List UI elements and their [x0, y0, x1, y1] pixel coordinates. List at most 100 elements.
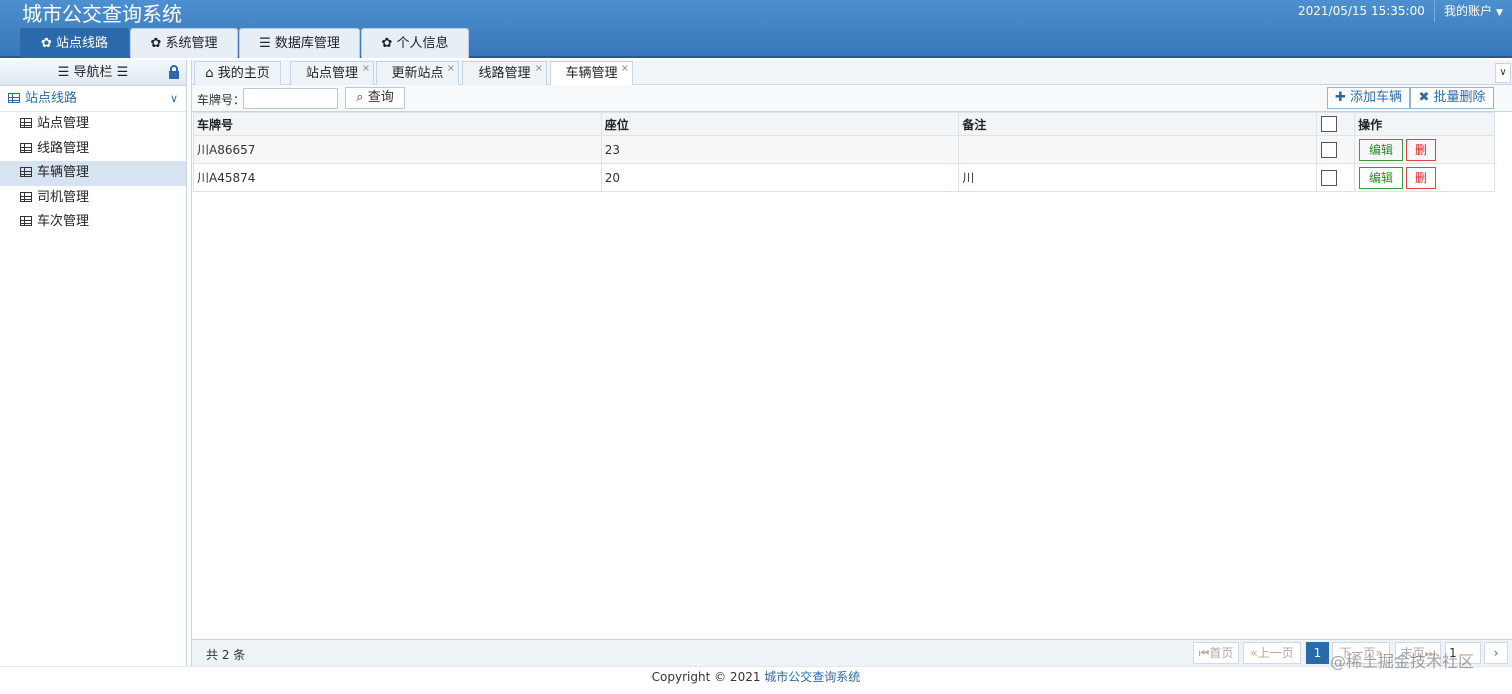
tab-label: 车辆管理: [565, 66, 618, 81]
cell-select: [1316, 163, 1356, 192]
prev-page-button[interactable]: «上一页: [1243, 642, 1301, 664]
account-label: 我的账户: [1444, 4, 1493, 18]
table-icon: [20, 191, 32, 202]
row-checkbox[interactable]: [1321, 141, 1338, 158]
tab-route-manage[interactable]: 线路管理 ×: [462, 61, 547, 85]
tab-label: 线路管理: [478, 66, 531, 81]
tab-station-manage[interactable]: 站点管理 ×: [290, 61, 374, 85]
chevron-down-icon: ∨: [169, 92, 178, 105]
datetime-display: 2021/05/15 15:35:00: [1298, 4, 1425, 18]
cell-actions: 编辑删: [1354, 135, 1495, 164]
edit-button[interactable]: 编辑: [1359, 166, 1404, 189]
copyright-text: Copyright © 2021: [651, 670, 765, 684]
lock-icon[interactable]: [168, 64, 180, 80]
sidebar-item-label: 线路管理: [37, 140, 90, 156]
cell-plate: 川A45874: [193, 163, 602, 192]
delete-button[interactable]: 删: [1406, 138, 1437, 161]
first-page-label: 首页: [1209, 646, 1234, 660]
top-tab-label: 数据库管理: [274, 36, 340, 51]
sidebar-item-label: 车辆管理: [37, 165, 90, 181]
tab-home[interactable]: ⌂ 我的主页: [194, 61, 281, 85]
close-icon[interactable]: ×: [535, 57, 543, 80]
top-tab-label: 个人信息: [396, 36, 449, 51]
top-tab-database[interactable]: ☰ 数据库管理: [239, 28, 360, 58]
add-vehicle-button[interactable]: ✚ 添加车辆: [1327, 87, 1410, 109]
add-label: 添加车辆: [1350, 90, 1403, 105]
sidebar-item-label: 车次管理: [37, 214, 90, 230]
caret-down-icon: ▼: [1496, 8, 1503, 18]
sidebar-group-station-route[interactable]: 站点线路 ∨: [0, 86, 186, 112]
sidebar-item-trip[interactable]: 车次管理: [0, 210, 186, 235]
table-icon: [20, 142, 32, 153]
footer-link[interactable]: 城市公交查询系统: [764, 670, 860, 684]
close-icon[interactable]: ×: [621, 57, 629, 80]
go-arrow-icon[interactable]: ›: [1484, 642, 1508, 664]
sidebar-item-route[interactable]: 线路管理: [0, 137, 186, 162]
select-all-checkbox[interactable]: [1321, 116, 1338, 132]
top-tab-label: 系统管理: [165, 36, 218, 51]
account-menu[interactable]: 我的账户 ▼: [1444, 2, 1503, 22]
table-row: 川A86657 23 编辑删: [193, 135, 1495, 164]
close-icon[interactable]: ×: [447, 57, 455, 80]
query-button[interactable]: ⌕ 查询: [345, 87, 405, 109]
cell-plate: 川A86657: [193, 135, 602, 164]
top-tab-profile[interactable]: ✿ 个人信息: [361, 28, 469, 58]
main-content: ⌂ 我的主页 站点管理 × 更新站点 × 线路管理 × 车辆管理 × ∨ 车牌号： ⌕ …: [191, 60, 1512, 666]
table-row: 川A45874 20 川 编辑删: [193, 163, 1495, 192]
search-icon: ⌕: [356, 90, 368, 105]
col-header-note: 备注: [958, 112, 1318, 136]
plate-label: 车牌号：: [197, 93, 246, 107]
col-header-select: [1316, 112, 1356, 136]
current-page-button[interactable]: 1: [1306, 642, 1329, 664]
tab-label: 更新站点: [391, 66, 444, 81]
first-page-button[interactable]: ⏮首页: [1193, 642, 1239, 664]
sidebar-item-vehicle[interactable]: 车辆管理: [0, 161, 186, 186]
query-label: 查询: [367, 90, 394, 105]
app-title: 城市公交查询系统: [22, 2, 182, 26]
top-tab-station-route[interactable]: ✿ 站点线路: [20, 28, 129, 58]
batch-delete-label: 批量删除: [1433, 90, 1486, 105]
col-header-actions: 操作: [1354, 112, 1495, 136]
batch-delete-button[interactable]: ✖ 批量删除: [1410, 87, 1494, 109]
prev-page-icon: «: [1250, 646, 1258, 660]
prev-page-label: 上一页: [1257, 646, 1294, 660]
pagination-bar: 共 2 条 ⏮首页 «上一页 1 下一页» 末页⏭ 1 ›: [192, 639, 1512, 666]
close-icon[interactable]: ×: [362, 57, 370, 80]
sidebar-header: ☰ 导航栏 ☰: [0, 60, 186, 86]
top-tab-system[interactable]: ✿ 系统管理: [130, 28, 238, 58]
table-icon: [20, 216, 32, 227]
sidebar-item-label: 站点管理: [37, 116, 90, 131]
gear-icon: ✿: [41, 36, 52, 51]
tab-label: 站点管理: [305, 66, 358, 81]
table-header-row: 车牌号 座位 备注 操作: [193, 112, 1495, 136]
cell-actions: 编辑删: [1354, 163, 1495, 192]
content-tab-strip: ⌂ 我的主页 站点管理 × 更新站点 × 线路管理 × 车辆管理 × ∨: [192, 60, 1512, 86]
edit-button[interactable]: 编辑: [1359, 138, 1404, 161]
delete-button[interactable]: 删: [1406, 166, 1437, 189]
row-checkbox[interactable]: [1321, 169, 1338, 186]
table-icon: [20, 118, 32, 128]
plate-search-input[interactable]: [243, 88, 338, 109]
table-icon: [8, 93, 20, 103]
col-header-seats: 座位: [600, 112, 960, 136]
cell-select: [1316, 135, 1356, 164]
tab-vehicle-manage[interactable]: 车辆管理 ×: [550, 61, 633, 86]
sidebar-item-station[interactable]: 站点管理: [0, 112, 186, 137]
menu-icon: ☰: [116, 65, 129, 80]
sidebar-item-driver[interactable]: 司机管理: [0, 186, 186, 211]
vehicle-table: 车牌号 座位 备注 操作 川A86657 23 编辑删 川A45874 20 川…: [193, 112, 1495, 192]
tab-update-station[interactable]: 更新站点 ×: [376, 61, 459, 85]
toolbar: 车牌号： ⌕ 查询 ✚ 添加车辆 ✖ 批量删除: [192, 85, 1512, 112]
menu-icon: ☰: [57, 65, 70, 80]
app-header: 城市公交查询系统 2021/05/15 15:35:00 我的账户 ▼ ✿ 站点线路…: [0, 0, 1512, 58]
sidebar-group-label: 站点线路: [25, 91, 78, 106]
top-tab-label: 站点线路: [55, 36, 108, 51]
tab-scroll-down-icon[interactable]: ∨: [1495, 63, 1511, 83]
total-count: 共 2 条: [206, 648, 246, 662]
home-icon: ⌂: [205, 66, 218, 81]
sidebar: ☰ 导航栏 ☰ 站点线路 ∨ 站点管理 线路管理 车辆管理 司机管理 车次管理: [0, 60, 187, 666]
gear-icon: ✿: [381, 36, 393, 51]
tab-label: 我的主页: [217, 66, 270, 81]
cell-note: [958, 135, 1318, 164]
gear-icon: ✿: [150, 36, 162, 51]
